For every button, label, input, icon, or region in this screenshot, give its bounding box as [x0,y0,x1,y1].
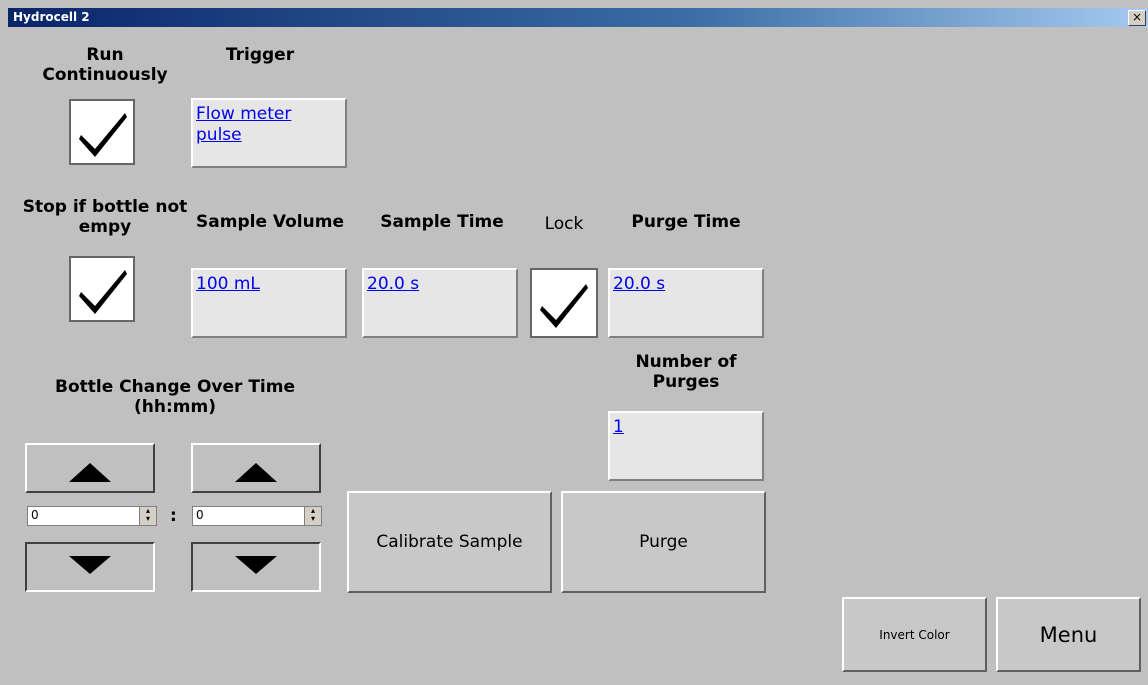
stop-if-not-empty-checkbox[interactable] [69,256,135,322]
sample-time-label: Sample Time [380,212,504,232]
menu-button[interactable]: Menu [996,597,1141,672]
trigger-label: Trigger [225,45,295,65]
hours-up-button[interactable] [25,443,155,493]
purge-time-value[interactable]: 20.0 s [613,274,665,295]
window-title: Hydrocell 2 [13,10,90,24]
invert-color-button[interactable]: Invert Color [842,597,987,672]
purge-time-field[interactable]: 20.0 s [608,268,764,338]
sample-volume-field[interactable]: 100 mL [191,268,347,338]
time-separator: : [170,506,177,526]
run-continuously-label: Run Continuously [42,45,168,85]
hours-value: 0 [31,508,39,522]
minutes-spin-arrows-icon[interactable]: ▴ ▾ [304,507,321,525]
hours-down-button[interactable] [25,542,155,592]
triangle-down-icon [69,556,111,574]
lock-checkbox[interactable] [530,268,598,338]
triangle-down-icon [235,556,277,574]
trigger-field[interactable]: Flow meter pulse [191,98,347,168]
hours-spin-arrows-icon[interactable]: ▴ ▾ [139,507,156,525]
title-bar: Hydrocell 2 × [8,8,1148,27]
minutes-down-button[interactable] [191,542,321,592]
number-of-purges-label: Number of Purges [635,352,737,392]
sample-volume-label: Sample Volume [196,212,344,232]
checkmark-icon [540,284,588,328]
hours-input[interactable]: 0 ▴ ▾ [27,506,157,526]
minutes-value: 0 [196,508,204,522]
lock-label: Lock [544,214,584,234]
stop-if-not-empty-label: Stop if bottle not empy [22,197,188,237]
checkmark-icon [79,113,127,157]
calibrate-sample-button[interactable]: Calibrate Sample [347,491,552,593]
sample-time-value[interactable]: 20.0 s [367,274,419,295]
hydrocell-window: Hydrocell 2 × Run Continuously Trigger F… [0,0,1148,685]
run-continuously-checkbox[interactable] [69,99,135,165]
purge-time-label: Purge Time [631,212,741,232]
trigger-value[interactable]: Flow meter pulse [196,104,306,146]
bottle-change-label: Bottle Change Over Time (hh:mm) [55,377,295,417]
triangle-up-icon [69,463,111,482]
triangle-up-icon [235,463,277,482]
number-of-purges-field[interactable]: 1 [608,411,764,481]
minutes-input[interactable]: 0 ▴ ▾ [192,506,322,526]
sample-volume-value[interactable]: 100 mL [196,274,260,295]
minutes-up-button[interactable] [191,443,321,493]
number-of-purges-value[interactable]: 1 [613,417,624,438]
close-button[interactable]: × [1128,10,1146,26]
checkmark-icon [79,270,127,314]
sample-time-field[interactable]: 20.0 s [362,268,518,338]
purge-button[interactable]: Purge [561,491,766,593]
